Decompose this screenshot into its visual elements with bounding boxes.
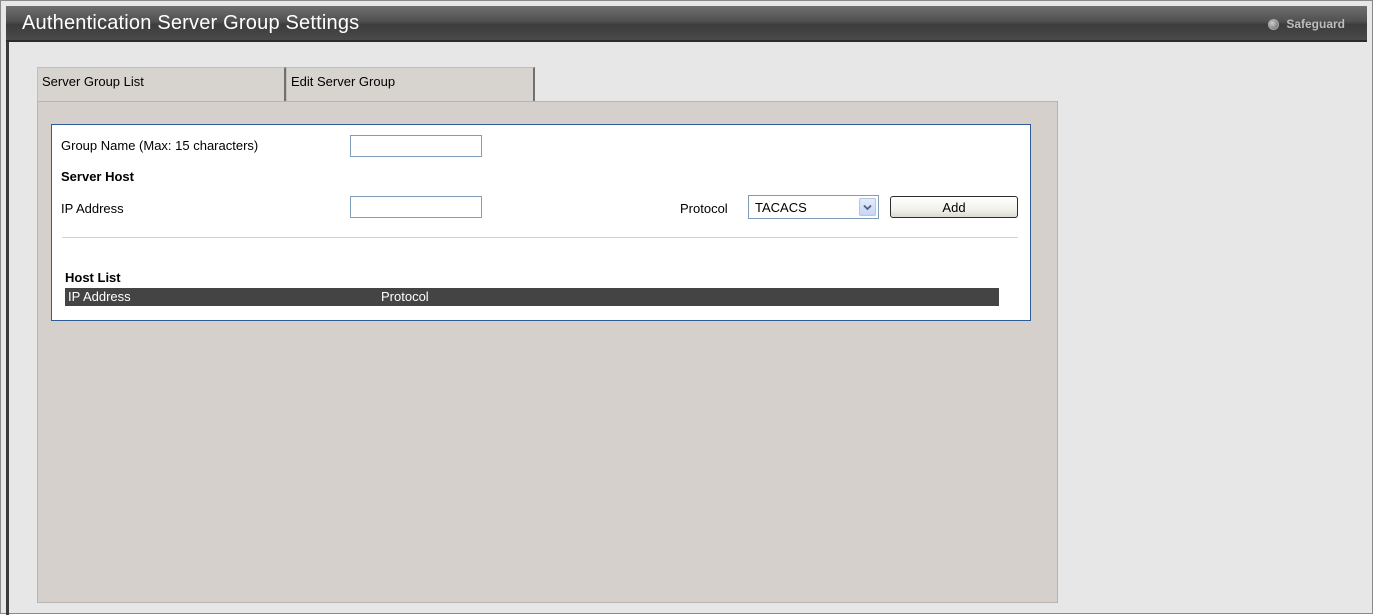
host-list-heading: Host List	[65, 270, 121, 285]
page-title: Authentication Server Group Settings	[22, 12, 360, 34]
ip-address-input[interactable]	[350, 196, 482, 218]
group-name-label: Group Name (Max: 15 characters)	[61, 138, 259, 153]
add-button[interactable]: Add	[890, 196, 1018, 218]
tab-panel: Group Name (Max: 15 characters) Server H…	[37, 101, 1058, 603]
left-border	[6, 42, 9, 615]
form-divider	[62, 237, 1018, 238]
tab-server-group-list[interactable]: Server Group List	[37, 67, 286, 101]
protocol-select[interactable]: TACACS	[748, 195, 879, 219]
chevron-down-icon[interactable]	[859, 198, 876, 216]
ip-address-label: IP Address	[61, 201, 124, 216]
column-header-protocol: Protocol	[381, 289, 429, 304]
group-name-input[interactable]	[350, 135, 482, 157]
host-list-table-header: IP Address Protocol	[65, 288, 999, 306]
tab-edit-server-group[interactable]: Edit Server Group	[286, 67, 535, 103]
server-host-heading: Server Host	[61, 169, 134, 184]
title-bar: Authentication Server Group Settings Saf…	[6, 6, 1367, 42]
safeguard-status-icon	[1268, 18, 1280, 30]
edit-server-group-form: Group Name (Max: 15 characters) Server H…	[51, 124, 1031, 321]
safeguard-indicator[interactable]: Safeguard	[1268, 17, 1345, 31]
protocol-label: Protocol	[680, 201, 728, 216]
column-header-ip-address: IP Address	[68, 289, 131, 304]
app-window: Authentication Server Group Settings Saf…	[0, 0, 1373, 615]
safeguard-label: Safeguard	[1286, 17, 1345, 31]
protocol-selected-value: TACACS	[755, 199, 807, 215]
